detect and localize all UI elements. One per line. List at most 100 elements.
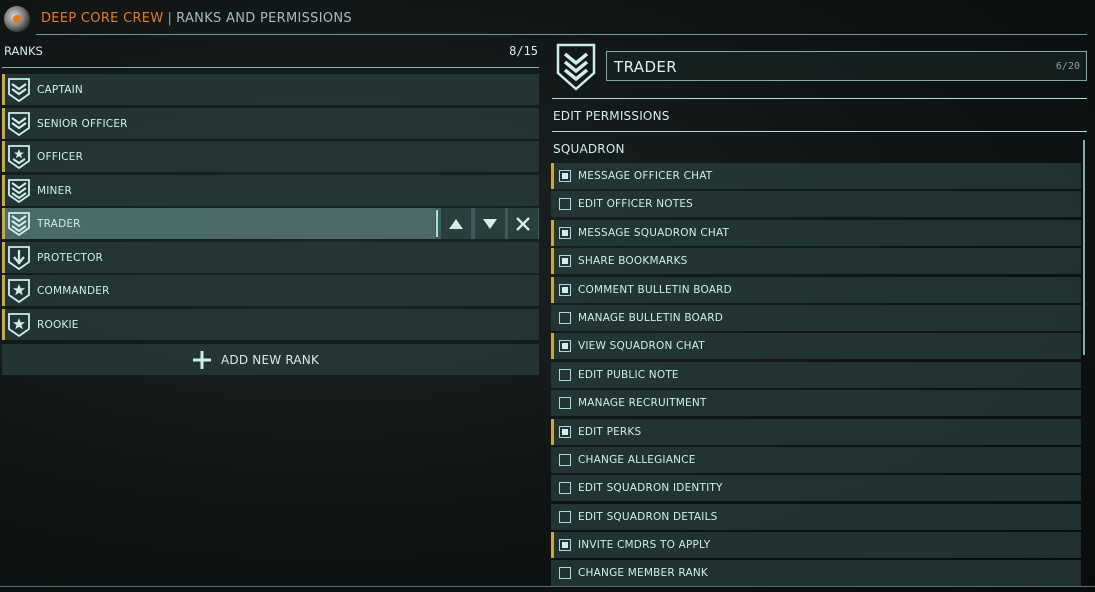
rank-label: CAPTAIN xyxy=(37,84,83,96)
rank-label: MINER xyxy=(37,184,72,197)
rank-badge-chevron-wings-icon xyxy=(8,78,30,102)
rank-accent-bar xyxy=(2,208,5,239)
permission-manage-bulletin-board[interactable]: MANAGE BULLETIN BOARD xyxy=(551,304,1081,331)
rank-item-rookie[interactable]: ROOKIE xyxy=(2,308,539,340)
permission-edit-officer-notes[interactable]: EDIT OFFICER NOTES xyxy=(551,191,1081,218)
ranks-count: 8/15 xyxy=(509,44,538,58)
rank-badge-star-chevron-icon xyxy=(8,145,30,169)
permissions-divider xyxy=(552,131,1087,132)
ranks-divider xyxy=(2,67,539,68)
rank-accent-bar xyxy=(2,74,5,105)
rank-name-char-count: 6/20 xyxy=(1055,61,1080,72)
permission-label: EDIT OFFICER NOTES xyxy=(578,198,694,211)
squadron-name: DEEP CORE CREW xyxy=(41,11,164,26)
rank-item-captain[interactable]: CAPTAIN xyxy=(2,74,539,105)
checkbox-checked-icon[interactable] xyxy=(559,425,571,438)
checkbox-checked-icon[interactable] xyxy=(559,539,571,552)
selected-rank-badge-icon xyxy=(556,43,596,91)
permission-label: CHANGE MEMBER RANK xyxy=(578,567,708,580)
permission-edit-public-note[interactable]: EDIT PUBLIC NOTE xyxy=(551,361,1081,388)
checkbox-checked-icon[interactable] xyxy=(559,226,571,239)
rank-accent-bar xyxy=(2,141,5,172)
permission-message-officer-chat[interactable]: MESSAGE OFFICER CHAT xyxy=(551,163,1081,189)
rank-label: ROOKIE xyxy=(37,318,79,331)
permission-invite-cmdrs-to-apply[interactable]: INVITE CMDRS TO APPLY xyxy=(551,532,1081,559)
rank-badge-triple-chevron-icon xyxy=(8,212,30,236)
permission-enabled-bar xyxy=(551,163,554,189)
ranks-heading: RANKS xyxy=(4,44,43,58)
rank-badge-chevron-wings-icon xyxy=(8,111,30,136)
move-rank-down-button[interactable] xyxy=(475,208,505,239)
permission-manage-recruitment[interactable]: MANAGE RECRUITMENT xyxy=(551,390,1081,417)
rank-accent-bar xyxy=(2,241,5,273)
permission-change-member-rank[interactable]: CHANGE MEMBER RANK xyxy=(551,560,1081,587)
rank-badge-star-shield-icon xyxy=(8,312,30,337)
rank-item-protector[interactable]: PROTECTOR xyxy=(2,241,539,273)
checkbox-unchecked-icon[interactable] xyxy=(559,510,571,523)
permission-edit-perks[interactable]: EDIT PERKS xyxy=(551,418,1081,445)
rank-label: PROTECTOR xyxy=(37,251,104,264)
rank-item-senior-officer[interactable]: SENIOR OFFICER xyxy=(2,107,539,139)
rank-label: TRADER xyxy=(37,218,81,230)
rank-accent-bar xyxy=(2,275,5,306)
permission-label: MESSAGE SQUADRON CHAT xyxy=(578,226,730,239)
rank-label: OFFICER xyxy=(37,151,84,163)
permission-change-allegiance[interactable]: CHANGE ALLEGIANCE xyxy=(551,446,1081,473)
checkbox-unchecked-icon[interactable] xyxy=(559,453,571,466)
move-rank-up-button[interactable] xyxy=(441,208,471,239)
checkbox-unchecked-icon[interactable] xyxy=(559,567,571,580)
checkbox-unchecked-icon[interactable] xyxy=(559,311,571,324)
rank-name-field[interactable]: TRADER 6/20 xyxy=(606,51,1087,81)
permission-edit-squadron-details[interactable]: EDIT SQUADRON DETAILS xyxy=(551,503,1081,530)
checkbox-unchecked-icon[interactable] xyxy=(559,482,571,495)
permission-enabled-bar xyxy=(551,333,554,360)
title-separator: | xyxy=(167,11,173,26)
rank-badge-triple-chevron-icon xyxy=(8,178,30,203)
permission-label: MESSAGE OFFICER CHAT xyxy=(578,170,713,182)
permissions-scrollbar[interactable] xyxy=(1083,140,1085,355)
rank-accent-bar xyxy=(2,308,5,340)
checkbox-unchecked-icon[interactable] xyxy=(559,397,571,410)
permission-enabled-bar xyxy=(551,248,554,275)
checkbox-checked-icon[interactable] xyxy=(559,255,571,268)
checkbox-checked-icon[interactable] xyxy=(559,340,571,353)
checkbox-checked-icon[interactable] xyxy=(559,170,571,182)
permission-label: MANAGE BULLETIN BOARD xyxy=(578,311,723,324)
permission-label: INVITE CMDRS TO APPLY xyxy=(578,539,711,552)
checkbox-unchecked-icon[interactable] xyxy=(559,368,571,381)
squadron-section-heading: SQUADRON xyxy=(553,142,625,156)
rank-label: COMMANDER xyxy=(37,285,110,297)
permission-comment-bulletin-board[interactable]: COMMENT BULLETIN BOARD xyxy=(551,276,1081,303)
rank-controls-divider xyxy=(436,210,438,237)
permission-enabled-bar xyxy=(551,276,554,303)
checkbox-unchecked-icon[interactable] xyxy=(559,198,571,211)
permission-enabled-bar xyxy=(551,219,554,246)
rank-name-value: TRADER xyxy=(614,58,678,76)
add-new-rank-label: ADD NEW RANK xyxy=(221,353,320,367)
top-bar: DEEP CORE CREW | RANKS AND PERMISSIONS xyxy=(0,0,1095,36)
edit-permissions-heading: EDIT PERMISSIONS xyxy=(553,109,670,123)
rank-accent-bar xyxy=(2,107,5,139)
rank-label: SENIOR OFFICER xyxy=(37,117,128,130)
header-divider xyxy=(36,34,1087,35)
page-name: RANKS AND PERMISSIONS xyxy=(176,11,352,26)
rank-item-officer[interactable]: OFFICER xyxy=(2,141,539,172)
permission-label: EDIT SQUADRON DETAILS xyxy=(578,510,718,523)
delete-rank-button[interactable] xyxy=(508,208,538,239)
arrow-down-icon xyxy=(483,218,497,229)
rank-item-trader[interactable]: TRADER xyxy=(2,208,539,239)
add-new-rank-button[interactable]: ADD NEW RANK xyxy=(2,344,539,375)
permission-message-squadron-chat[interactable]: MESSAGE SQUADRON CHAT xyxy=(551,219,1081,246)
permission-label: CHANGE ALLEGIANCE xyxy=(578,453,696,466)
permission-share-bookmarks[interactable]: SHARE BOOKMARKS xyxy=(551,248,1081,275)
checkbox-checked-icon[interactable] xyxy=(559,283,571,296)
rank-item-miner[interactable]: MINER xyxy=(2,174,539,206)
permission-view-squadron-chat[interactable]: VIEW SQUADRON CHAT xyxy=(551,333,1081,360)
ranks-header: RANKS 8/15 xyxy=(4,44,538,62)
rank-item-commander[interactable]: COMMANDER xyxy=(2,275,539,306)
permission-label: SHARE BOOKMARKS xyxy=(578,255,688,268)
rank-badge-shield-arrow-icon xyxy=(8,245,30,270)
permission-label: COMMENT BULLETIN BOARD xyxy=(578,283,732,296)
rank-accent-bar xyxy=(2,174,5,206)
permission-edit-squadron-identity[interactable]: EDIT SQUADRON IDENTITY xyxy=(551,475,1081,502)
